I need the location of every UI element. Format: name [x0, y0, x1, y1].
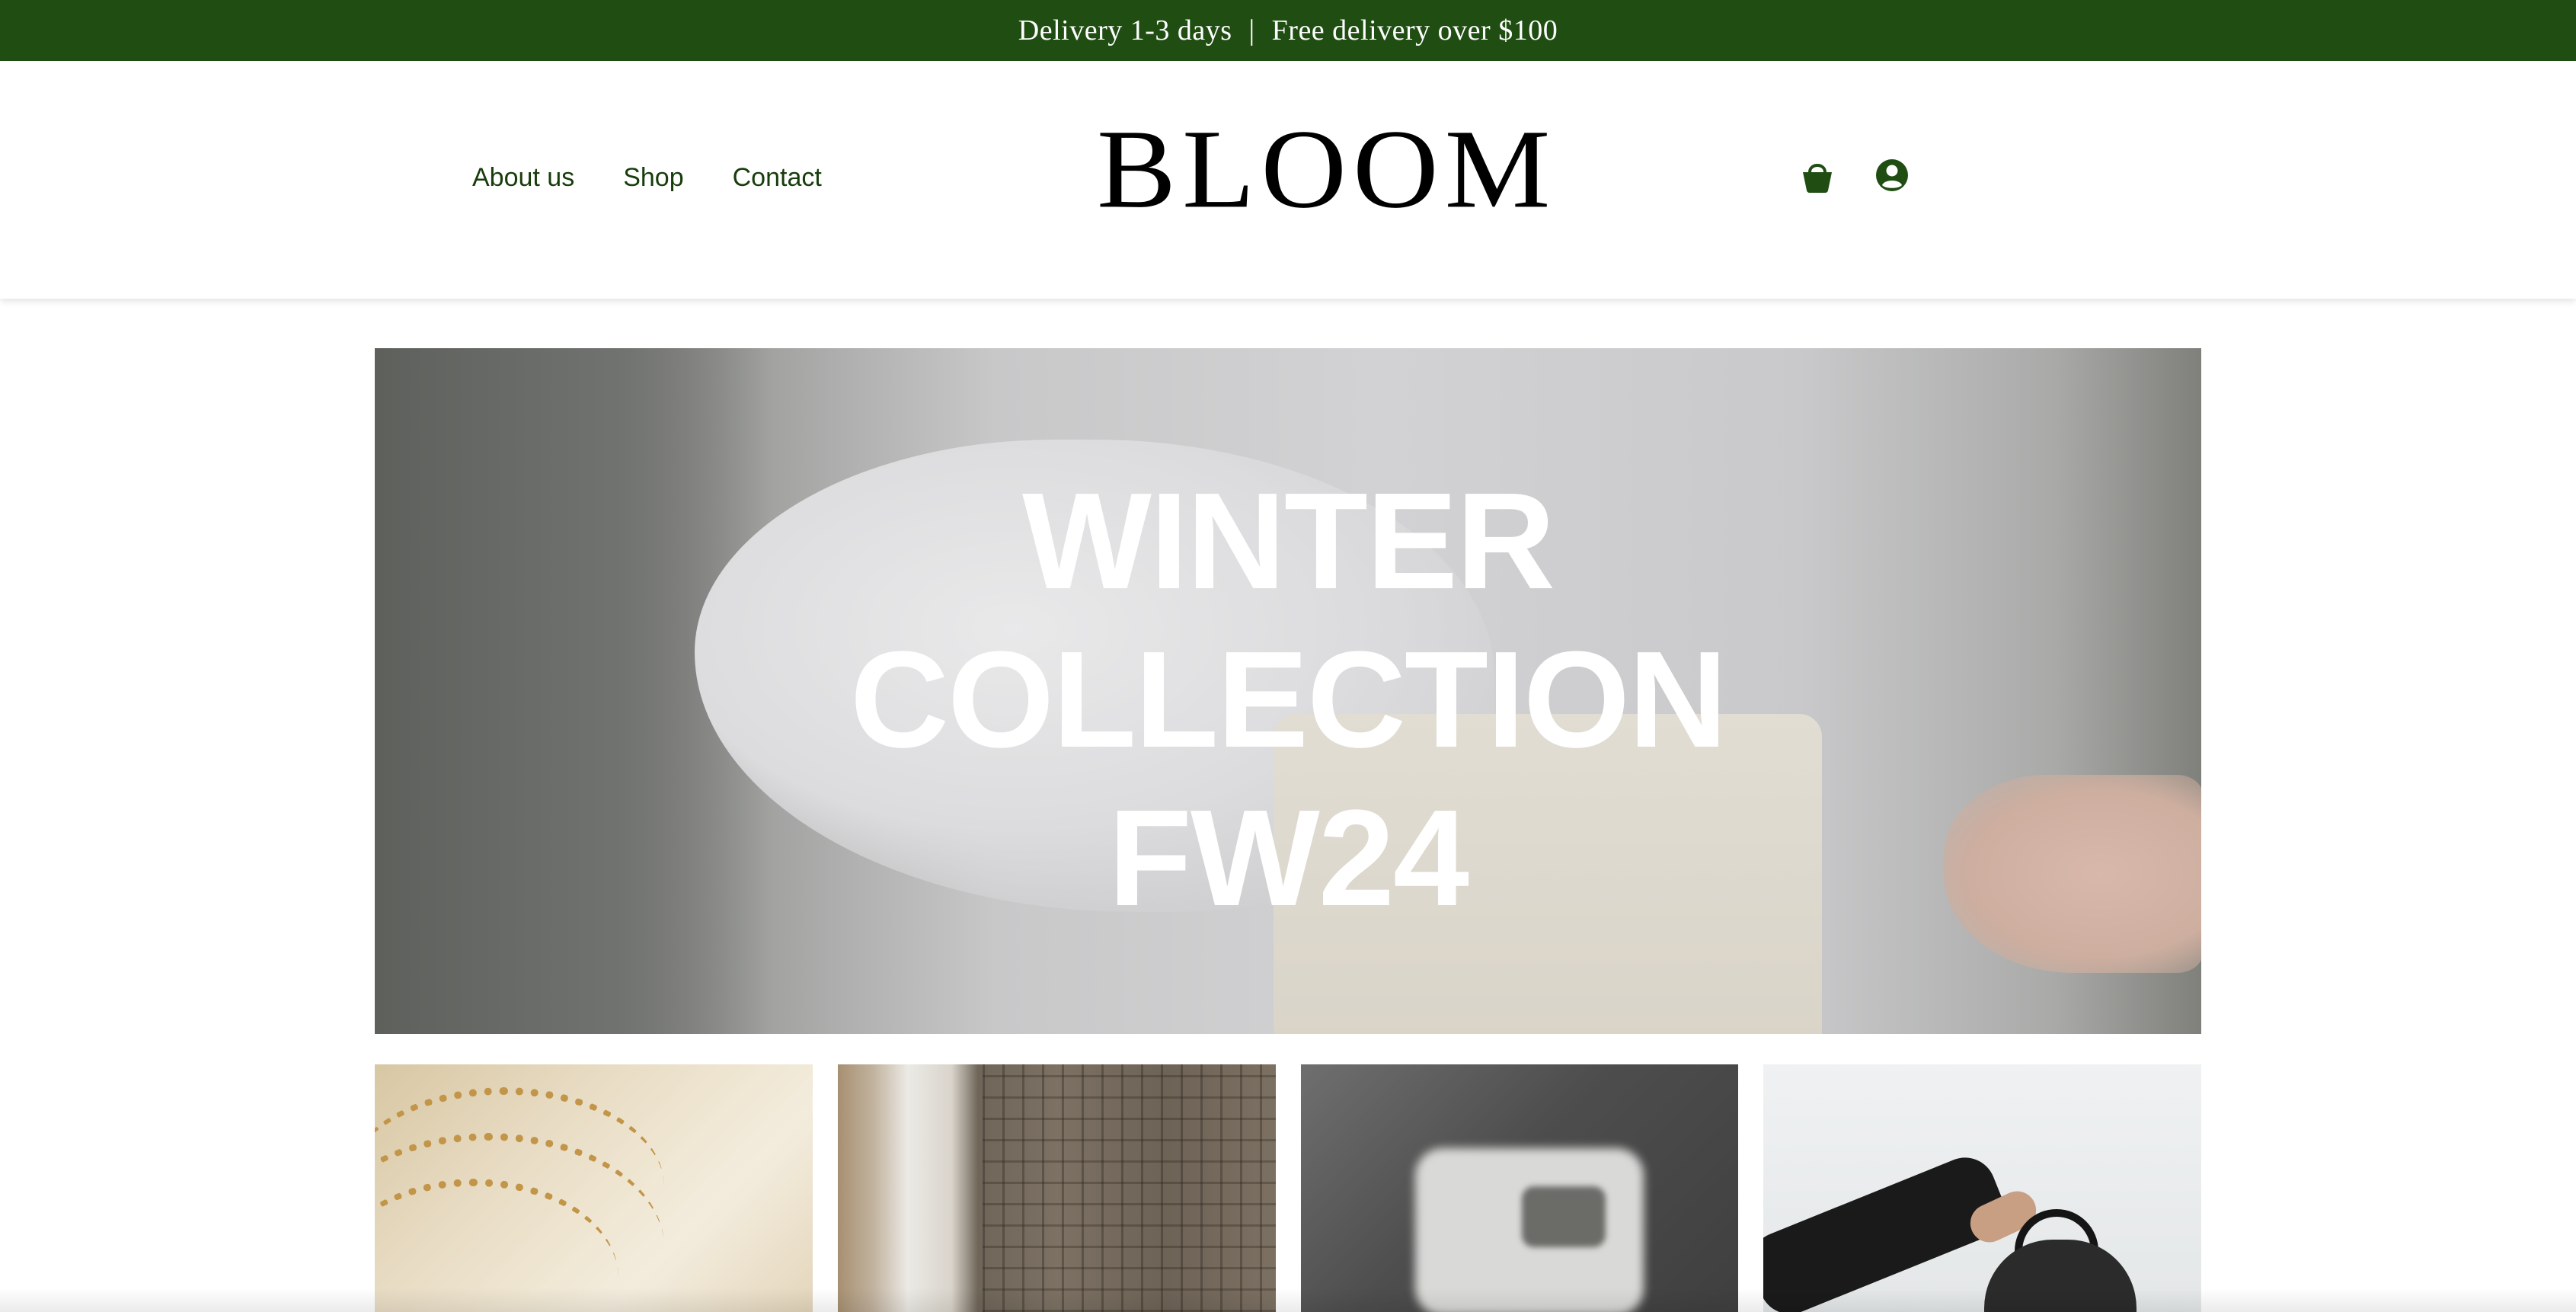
free-delivery-text: Free delivery over $100: [1271, 14, 1558, 46]
site-header: About us Shop Contact BLOOM: [0, 61, 2576, 299]
hero-title-line-2: COLLECTION: [850, 623, 1727, 776]
announcement-bar: Delivery 1-3 days | Free delivery over $…: [0, 0, 2576, 61]
announcement-separator: |: [1248, 14, 1255, 46]
backpack-icon: [1984, 1240, 2137, 1312]
nav-about-us[interactable]: About us: [472, 163, 574, 193]
account-icon[interactable]: [1874, 157, 1910, 194]
delivery-time-text: Delivery 1-3 days: [1018, 14, 1232, 46]
hero-banner[interactable]: WINTER COLLECTION FW24: [375, 348, 2201, 1034]
camera-box-tile[interactable]: [1300, 1064, 1739, 1312]
account-icon-graphic: [1876, 159, 1908, 191]
basket-icon[interactable]: [1799, 157, 1836, 194]
nav-contact[interactable]: Contact: [733, 163, 822, 193]
gold-chains-tile[interactable]: [375, 1064, 813, 1312]
hero-title: WINTER COLLECTION FW24: [375, 462, 2201, 938]
hero-title-line-3: FW24: [1107, 782, 1469, 935]
basket-icon-graphic: [1803, 164, 1832, 193]
main-nav: About us Shop Contact: [472, 163, 822, 193]
camera-icon: [1521, 1186, 1606, 1247]
hero-title-line-1: WINTER: [1022, 465, 1555, 618]
site-logo[interactable]: BLOOM: [1097, 112, 1550, 226]
plaid-pattern: [982, 1064, 1276, 1312]
product-tiles: [375, 1064, 2201, 1312]
nav-shop[interactable]: Shop: [623, 163, 683, 193]
header-icons: [1799, 157, 1910, 194]
backpack-tile[interactable]: [1763, 1064, 2201, 1312]
plaid-fabric-tile[interactable]: [837, 1064, 1276, 1312]
